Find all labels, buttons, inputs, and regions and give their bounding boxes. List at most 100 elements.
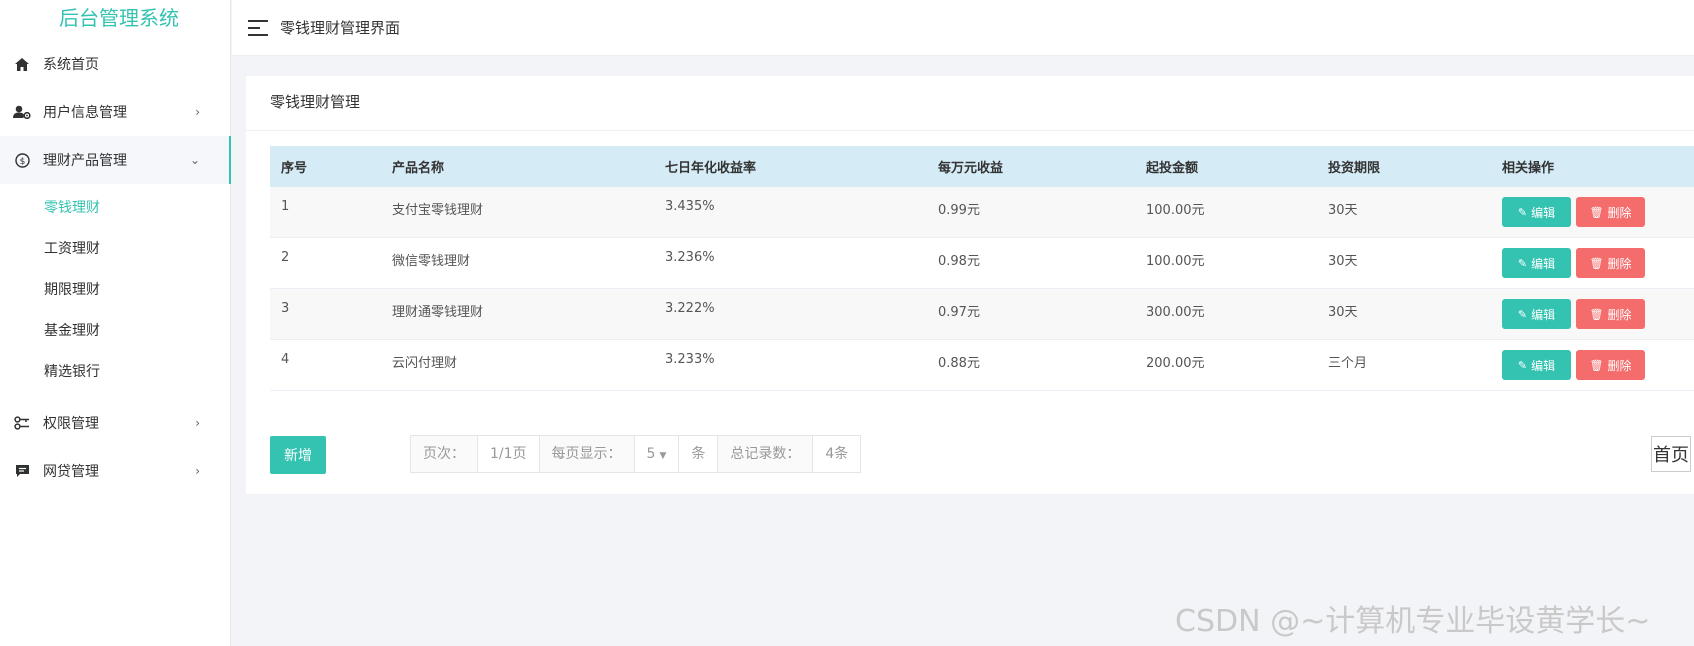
add-button[interactable]: 新增 [270,436,326,474]
table-cell: 3.233% [665,352,715,367]
sidebar-item-permissions[interactable]: 权限管理 › [0,399,230,447]
table-cell: 300.00元 [1146,305,1205,320]
sidebar-item-label: 理财产品管理 [43,153,127,169]
total-value: 4条 [813,436,861,472]
pencil-icon: ✎ [1517,307,1528,321]
edit-button[interactable]: ✎ 编辑 [1502,299,1571,329]
column-header: 投资期限 [1328,161,1381,176]
delete-button[interactable]: 🗑 删除 [1576,299,1645,329]
trash-icon: 🗑 [1589,358,1604,372]
edit-button-label: 编辑 [1531,358,1556,373]
table-cell: 30天 [1328,254,1358,269]
edit-button-label: 编辑 [1531,307,1556,322]
first-page-button[interactable]: 首页 [1651,436,1691,472]
edit-button[interactable]: ✎ 编辑 [1502,197,1571,227]
delete-button-label: 删除 [1607,256,1632,271]
trash-icon: 🗑 [1589,205,1604,219]
svg-text:$: $ [19,157,25,167]
page-label: 页次： [411,436,478,472]
table-cell: 100.00元 [1146,203,1205,218]
table-cell: 2 [281,250,290,265]
edit-button-label: 编辑 [1531,256,1556,271]
pagination-bar: 页次： 1/1页 每页显示： 5 ▼ 条 总记录数： 4条 [410,435,862,473]
table-cell: 30天 [1328,203,1358,218]
per-page-value: 5 [646,446,656,462]
delete-button-label: 删除 [1607,307,1632,322]
edit-button-label: 编辑 [1531,205,1556,220]
sidebar-subitem-fund[interactable]: 基金理财 [0,311,230,352]
page-title: 零钱理财管理界面 [280,19,401,37]
panel-title: 零钱理财管理 [246,76,1694,131]
sidebar-subitem-bank[interactable]: 精选银行 [0,352,230,393]
row-actions: ✎ 编辑 🗑 删除 [1492,197,1692,227]
pencil-icon: ✎ [1517,358,1528,372]
sidebar-subitem-salary[interactable]: 工资理财 [0,229,230,270]
pencil-icon: ✎ [1517,205,1528,219]
sidebar-item-label: 系统首页 [43,57,99,73]
sidebar-subitem-term[interactable]: 期限理财 [0,270,230,311]
per-page-unit: 条 [679,436,719,472]
row-actions: ✎ 编辑 🗑 删除 [1492,350,1692,380]
products-table: 序号 产品名称 七日年化收益率 每万元收益 起投金额 投资期限 相关操作 1 支… [270,146,1694,391]
chevron-right-icon: › [195,416,200,430]
column-header: 产品名称 [392,161,445,176]
message-icon [13,462,31,480]
content-panel: 零钱理财管理 序号 产品名称 七日年化收益率 每万元收益 起投金额 投资期限 相… [246,76,1694,494]
row-actions: ✎ 编辑 🗑 删除 [1492,248,1692,278]
delete-button[interactable]: 🗑 删除 [1576,248,1645,278]
table-row: 4 云闪付理财 3.233% 0.88元 200.00元 三个月 ✎ 编辑 🗑 删除 [270,340,1694,391]
total-label: 总记录数： [718,436,814,472]
sidebar-item-user-info[interactable]: 用户信息管理 › [0,88,230,136]
dollar-circle-icon: $ [13,151,31,169]
watermark: CSDN @~计算机专业毕设黄学长~ [1175,604,1651,639]
per-page-select[interactable]: 5 ▼ [634,436,680,472]
sidebar: 后台管理系统 系统首页 用户信息管理 › $ 理财产品管理 ⌄ 零钱理财 工资理… [0,0,231,646]
table-cell: 支付宝零钱理财 [392,203,484,218]
column-header: 七日年化收益率 [665,161,757,176]
table-cell: 3.222% [665,301,715,316]
delete-button[interactable]: 🗑 删除 [1576,197,1645,227]
table-cell: 3.236% [665,250,715,265]
sidebar-item-home[interactable]: 系统首页 [0,40,230,88]
caret-down-icon: ▼ [659,451,667,461]
chevron-right-icon: › [195,105,200,119]
table-cell: 3.435% [665,199,715,214]
menu-toggle-icon[interactable] [248,19,268,36]
trash-icon: 🗑 [1589,307,1604,321]
column-header: 相关操作 [1502,161,1555,176]
table-cell: 3 [281,301,290,316]
table-cell: 30天 [1328,305,1358,320]
key-icon [13,414,31,432]
edit-button[interactable]: ✎ 编辑 [1502,248,1571,278]
table-row: 3 理财通零钱理财 3.222% 0.97元 300.00元 30天 ✎ 编辑 🗑… [270,289,1694,340]
sidebar-subitem-pocket-money[interactable]: 零钱理财 [0,188,230,229]
table-cell: 1 [281,199,290,214]
chevron-down-icon: ⌄ [189,153,200,167]
top-header: 零钱理财管理界面 [232,0,1694,56]
column-header: 每万元收益 [938,161,1004,176]
pencil-icon: ✎ [1517,256,1528,270]
table-cell: 0.88元 [938,356,980,371]
table-cell: 0.98元 [938,254,980,269]
trash-icon: 🗑 [1589,256,1604,270]
delete-button[interactable]: 🗑 删除 [1576,350,1645,380]
page-value: 1/1页 [478,436,540,472]
row-actions: ✎ 编辑 🗑 删除 [1492,299,1692,329]
sidebar-item-finance-products[interactable]: $ 理财产品管理 ⌄ [0,136,231,184]
table-cell: 理财通零钱理财 [392,305,484,320]
table-cell: 0.99元 [938,203,980,218]
table-cell: 微信零钱理财 [392,254,471,269]
app-logo-title: 后台管理系统 [59,6,179,30]
table-cell: 4 [281,352,290,367]
table-row: 1 支付宝零钱理财 3.435% 0.99元 100.00元 30天 ✎ 编辑 🗑… [270,187,1694,238]
table-cell: 三个月 [1328,356,1368,371]
table-cell: 100.00元 [1146,254,1205,269]
edit-button[interactable]: ✎ 编辑 [1502,350,1571,380]
sidebar-item-loans[interactable]: 网贷管理 › [0,447,230,495]
submenu-finance-products: 零钱理财 工资理财 期限理财 基金理财 精选银行 [0,184,230,399]
user-gear-icon [13,103,31,121]
column-header: 序号 [281,161,308,176]
per-page-label: 每页显示： [539,436,635,472]
table-row: 2 微信零钱理财 3.236% 0.98元 100.00元 30天 ✎ 编辑 🗑 删… [270,238,1694,289]
sidebar-item-label: 网贷管理 [43,464,99,480]
